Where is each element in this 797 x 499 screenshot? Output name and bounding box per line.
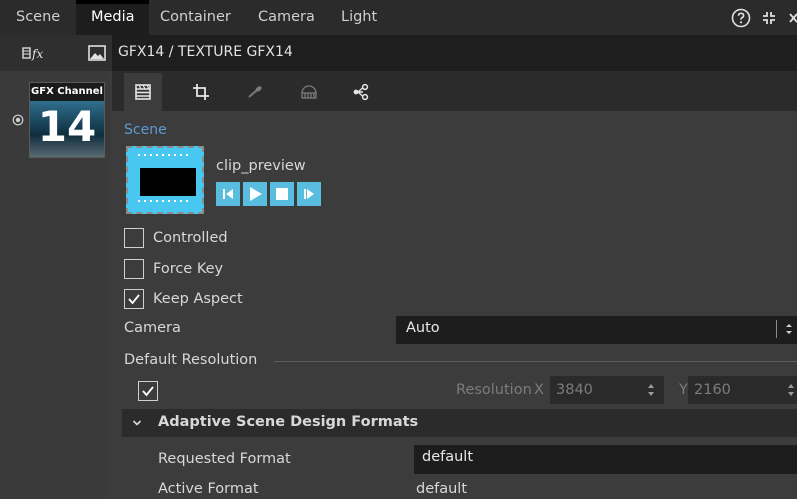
tab-mask[interactable] xyxy=(290,73,328,111)
skip-forward-button[interactable] xyxy=(297,182,321,206)
close-icon[interactable] xyxy=(789,10,797,26)
resolution-y-stepper-icon[interactable] xyxy=(787,382,795,398)
menu-light[interactable]: Light xyxy=(329,0,389,35)
checkmark-icon xyxy=(128,294,140,305)
controlled-option: Controlled xyxy=(124,227,228,249)
force-key-option: Force Key xyxy=(124,258,223,280)
chevron-updown-icon[interactable] xyxy=(785,322,793,336)
share-icon xyxy=(353,83,369,101)
resolution-x-label: X xyxy=(534,382,544,398)
default-resolution-divider xyxy=(274,361,797,362)
scene-section-label: Scene xyxy=(124,122,167,138)
stop-button[interactable] xyxy=(270,182,294,206)
gfx-channel-title: GFX Channel xyxy=(30,83,104,101)
controlled-label: Controlled xyxy=(153,230,228,246)
gfx-channel-number: 14 xyxy=(30,101,104,157)
tab-crop[interactable] xyxy=(182,73,220,111)
select-divider xyxy=(776,320,777,338)
play-button[interactable] xyxy=(243,182,267,206)
resolution-label: Resolution xyxy=(456,382,532,398)
preview-dots xyxy=(138,154,192,156)
clip-preview-thumbnail[interactable] xyxy=(126,146,204,214)
tab-share[interactable] xyxy=(342,73,380,111)
menu-container[interactable]: Container xyxy=(149,0,244,35)
fullscreen-icon[interactable] xyxy=(761,10,777,26)
active-format-label: Active Format xyxy=(158,481,259,497)
menu-media[interactable]: Media xyxy=(76,0,149,35)
default-resolution-label: Default Resolution xyxy=(124,352,258,368)
tab-clip-settings[interactable] xyxy=(124,73,162,111)
gfx-channel-thumbnail[interactable]: GFX Channel 14 xyxy=(29,82,105,158)
menu-scene[interactable]: Scene xyxy=(0,0,76,35)
camera-label: Camera xyxy=(124,320,181,336)
force-key-checkbox[interactable] xyxy=(124,259,144,279)
mask-icon xyxy=(301,85,317,99)
crop-icon xyxy=(193,84,209,100)
skip-back-button[interactable] xyxy=(216,182,240,206)
radio-icon[interactable] xyxy=(12,114,24,126)
resolution-x-value: 3840 xyxy=(556,382,593,398)
key-icon xyxy=(248,86,262,98)
stop-icon xyxy=(276,188,288,200)
resolution-y-value: 2160 xyxy=(694,382,731,398)
keep-aspect-option: Keep Aspect xyxy=(124,288,243,310)
requested-format-value: default xyxy=(422,449,474,465)
path-label: GFX14 / TEXTURE GFX14 xyxy=(118,44,293,60)
active-format-value: default xyxy=(416,481,468,497)
clip-preview-screen xyxy=(140,168,196,196)
image-icon[interactable] xyxy=(88,44,106,62)
checkmark-icon xyxy=(142,386,154,397)
keep-aspect-label: Keep Aspect xyxy=(153,291,243,307)
skip-forward-icon xyxy=(304,189,314,199)
default-resolution-checkbox[interactable] xyxy=(138,381,158,401)
play-icon xyxy=(250,187,262,201)
menu-camera[interactable]: Camera xyxy=(244,0,329,35)
force-key-label: Force Key xyxy=(153,261,224,277)
controlled-checkbox[interactable] xyxy=(124,228,144,248)
help-circle-icon[interactable] xyxy=(731,8,751,28)
requested-format-label: Requested Format xyxy=(158,451,291,467)
clip-settings-icon xyxy=(135,84,151,100)
resolution-y-label: Y xyxy=(679,382,688,398)
preview-dots-bottom xyxy=(138,200,192,202)
svg-text:fx: fx xyxy=(31,47,43,61)
adaptive-formats-title: Adaptive Scene Design Formats xyxy=(158,414,419,430)
camera-select[interactable] xyxy=(396,316,797,344)
fx-icon[interactable]: fx xyxy=(22,45,46,61)
camera-select-value: Auto xyxy=(406,320,440,336)
tab-key[interactable] xyxy=(236,73,274,111)
skip-back-icon xyxy=(223,189,233,199)
chevron-down-icon[interactable] xyxy=(132,418,142,428)
clip-name: clip_preview xyxy=(216,158,306,174)
resolution-x-stepper-icon[interactable] xyxy=(647,382,655,398)
keep-aspect-checkbox[interactable] xyxy=(124,289,144,309)
